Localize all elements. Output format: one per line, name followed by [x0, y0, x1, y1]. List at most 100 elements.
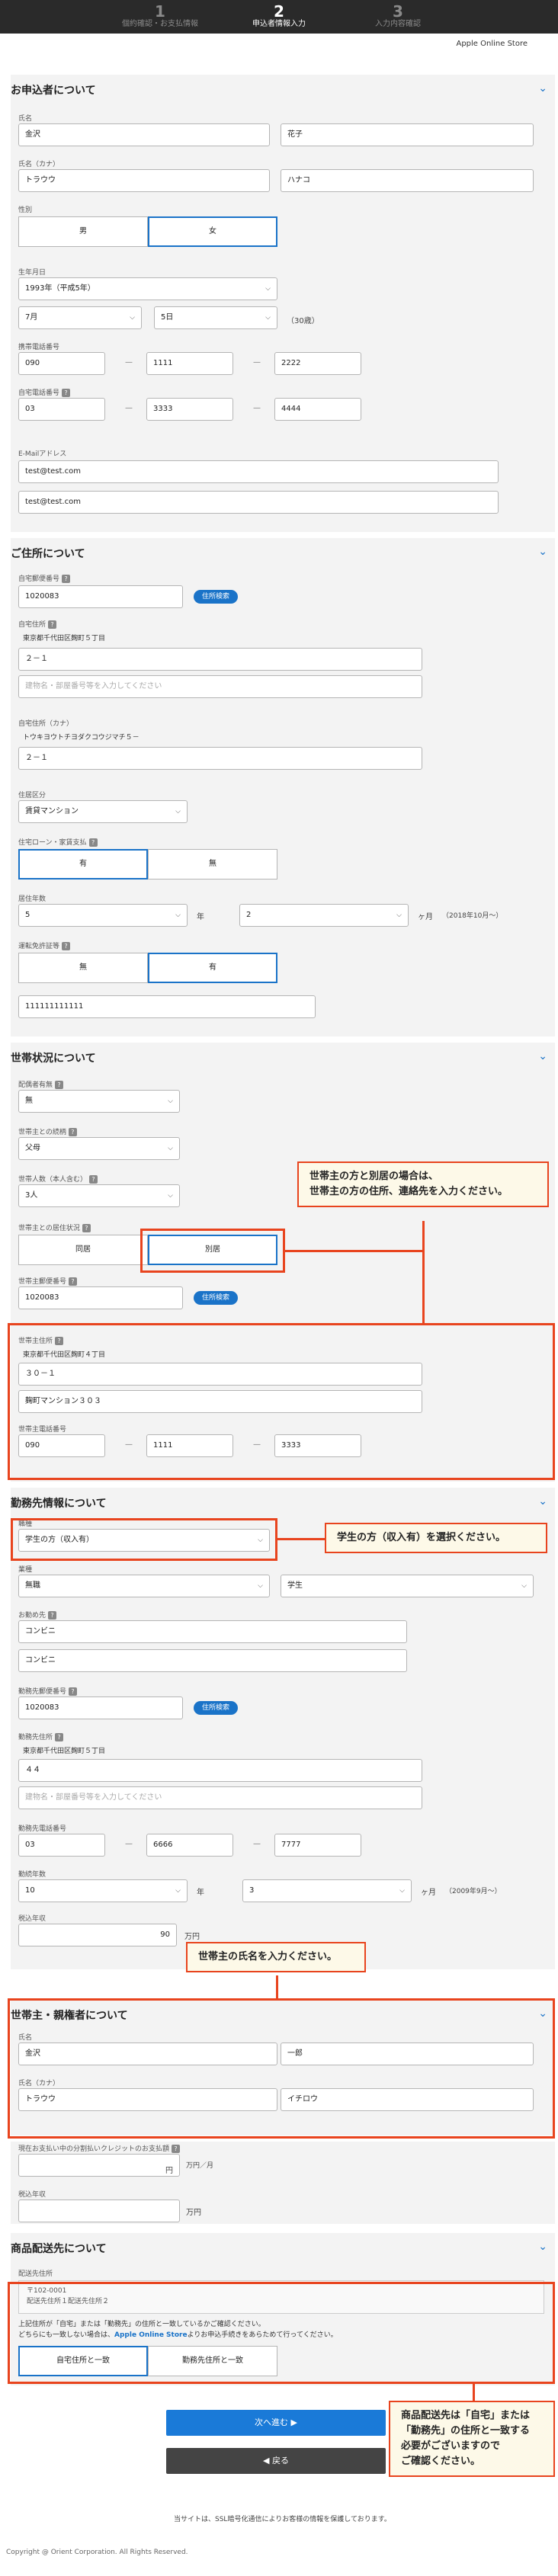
- chevron-down-icon[interactable]: ⌄: [538, 82, 547, 95]
- address-kana-input[interactable]: ２－１: [18, 747, 422, 770]
- address-search-button[interactable]: 住所検索: [194, 590, 238, 604]
- address-building-input[interactable]: 建物名・部屋番号等を入力してください: [18, 675, 422, 698]
- first-name-input[interactable]: 花子: [281, 123, 534, 146]
- mobile-2-input[interactable]: 1111: [146, 352, 233, 375]
- gender-male-option[interactable]: 男: [18, 216, 148, 247]
- work-phone-2-input[interactable]: 6666: [146, 1834, 233, 1857]
- applicant-header[interactable]: お申込者について ⌄: [11, 75, 555, 102]
- months-select[interactable]: 2 ⌵: [239, 904, 409, 927]
- dob-year-select[interactable]: 1993年（平成5年） ⌵: [18, 277, 277, 300]
- chevron-down-icon[interactable]: ⌄: [538, 546, 547, 558]
- dob-month-select[interactable]: 7月 ⌵: [18, 306, 142, 329]
- help-icon[interactable]: ?: [48, 620, 57, 629]
- income-input[interactable]: 90: [18, 1924, 177, 1946]
- address-search-button[interactable]: 住所検索: [194, 1291, 238, 1305]
- chevron-down-icon: ⌵: [168, 1192, 173, 1200]
- industry-select[interactable]: 無職 ⌵: [18, 1575, 270, 1597]
- section-title: 勤務先情報について: [11, 1498, 107, 1510]
- years-select[interactable]: 5 ⌵: [18, 904, 188, 927]
- loan-no-option[interactable]: 無: [148, 849, 277, 879]
- help-icon[interactable]: ?: [62, 575, 71, 583]
- zip-input[interactable]: 1020083: [18, 585, 183, 608]
- head-income-input[interactable]: [18, 2200, 180, 2222]
- work-address-number-input[interactable]: ４４: [18, 1759, 422, 1782]
- work-header[interactable]: 勤務先情報について ⌄: [11, 1488, 555, 1515]
- next-button[interactable]: 次へ進む ▶: [166, 2410, 386, 2436]
- copyright: Copyright @ Orient Corporation. All Righ…: [6, 2549, 188, 2556]
- last-kana-input[interactable]: トラウウ: [18, 169, 270, 192]
- delivery-header[interactable]: 商品配送先について ⌄: [11, 2233, 555, 2260]
- head-zip-input[interactable]: 1020083: [18, 1286, 183, 1309]
- home-3-input[interactable]: 4444: [274, 398, 361, 421]
- help-icon[interactable]: ?: [82, 1224, 91, 1232]
- spouse-label: 配偶者有無?: [18, 1079, 64, 1089]
- help-icon[interactable]: ?: [62, 389, 71, 397]
- spouse-select[interactable]: 無 ⌵: [18, 1090, 180, 1113]
- relation-select[interactable]: 父母 ⌵: [18, 1137, 180, 1160]
- help-icon[interactable]: ?: [88, 838, 98, 847]
- gender-label: 性別: [18, 207, 33, 214]
- brand-label: Apple Online Store: [456, 40, 528, 48]
- home-phone-label: 自宅電話番号?: [18, 387, 71, 397]
- household-callout: 世帯主の方と別居の場合は、 世帯主の方の住所、連絡先を入力ください。: [297, 1161, 549, 1207]
- work-phone-3-input[interactable]: 7777: [274, 1834, 361, 1857]
- company-label: お勤め先?: [18, 1610, 57, 1620]
- address-search-button[interactable]: 住所検索: [194, 1701, 238, 1715]
- tenure-years-select[interactable]: 10 ⌵: [18, 1879, 188, 1902]
- last-name-input[interactable]: 金沢: [18, 123, 270, 146]
- help-icon[interactable]: ?: [68, 1128, 77, 1136]
- members-select[interactable]: 3人 ⌵: [18, 1184, 180, 1207]
- chevron-down-icon: ⌵: [399, 1887, 405, 1895]
- license-no-option[interactable]: 無: [18, 953, 148, 983]
- chevron-down-icon[interactable]: ⌄: [538, 1050, 547, 1062]
- years-label: 居住年数: [18, 896, 46, 903]
- callout-connector: [473, 2384, 475, 2402]
- dob-day-select[interactable]: 5日 ⌵: [154, 306, 277, 329]
- loan-yes-option[interactable]: 有: [18, 849, 148, 879]
- chevron-down-icon: ⌵: [396, 912, 402, 919]
- help-icon[interactable]: ?: [48, 1611, 57, 1620]
- dob-label: 生年月日: [18, 269, 46, 277]
- industry-sub-select[interactable]: 学生 ⌵: [281, 1575, 534, 1597]
- license-number-input[interactable]: 111111111111: [18, 995, 316, 1018]
- help-icon[interactable]: ?: [89, 1175, 98, 1184]
- tenure-months-select[interactable]: 3 ⌵: [242, 1879, 412, 1902]
- help-icon[interactable]: ?: [172, 2145, 181, 2153]
- address-number-input[interactable]: ２－１: [18, 648, 422, 671]
- zip-label: 自宅郵便番号?: [18, 573, 71, 583]
- home-1-input[interactable]: 03: [18, 398, 105, 421]
- name-label: 氏名: [18, 115, 33, 123]
- living-same-option[interactable]: 同居: [18, 1235, 148, 1265]
- mobile-1-input[interactable]: 090: [18, 352, 105, 375]
- help-icon[interactable]: ?: [55, 1081, 64, 1089]
- industry-label: 業種: [18, 1566, 33, 1574]
- work-zip-input[interactable]: 1020083: [18, 1697, 183, 1719]
- first-kana-input[interactable]: ハナコ: [281, 169, 534, 192]
- callout-connector: [422, 1221, 425, 1323]
- email-confirm-input[interactable]: test@test.com: [18, 491, 499, 514]
- head-zip-label: 世帯主郵便番号?: [18, 1276, 78, 1286]
- license-yes-option[interactable]: 有: [148, 953, 277, 983]
- chevron-down-icon[interactable]: ⌄: [538, 2241, 547, 2253]
- help-icon[interactable]: ?: [62, 942, 71, 950]
- help-icon[interactable]: ?: [69, 1687, 78, 1696]
- work-address-building-input[interactable]: 建物名・部屋番号等を入力してください: [18, 1786, 422, 1809]
- credit-input[interactable]: 円: [18, 2154, 180, 2177]
- gender-female-option[interactable]: 女: [148, 216, 277, 247]
- home-2-input[interactable]: 3333: [146, 398, 233, 421]
- mobile-3-input[interactable]: 2222: [274, 352, 361, 375]
- address-label: 自宅住所?: [18, 619, 57, 629]
- chevron-down-icon: ⌵: [258, 1582, 263, 1590]
- relation-label: 世帯主との続柄?: [18, 1126, 77, 1136]
- back-button[interactable]: ◀ 戻る: [166, 2448, 386, 2474]
- residence-header[interactable]: ご住所について ⌄: [11, 538, 555, 566]
- work-phone-1-input[interactable]: 03: [18, 1834, 105, 1857]
- email-input[interactable]: test@test.com: [18, 460, 499, 483]
- company-input[interactable]: コンビニ: [18, 1620, 407, 1643]
- household-header[interactable]: 世帯状況について ⌄: [11, 1043, 555, 1070]
- chevron-down-icon[interactable]: ⌄: [538, 1495, 547, 1507]
- help-icon[interactable]: ?: [69, 1277, 78, 1286]
- housing-type-select[interactable]: 賃貸マンション ⌵: [18, 800, 188, 823]
- company-kana-input[interactable]: コンビニ: [18, 1649, 407, 1672]
- help-icon[interactable]: ?: [55, 1733, 64, 1741]
